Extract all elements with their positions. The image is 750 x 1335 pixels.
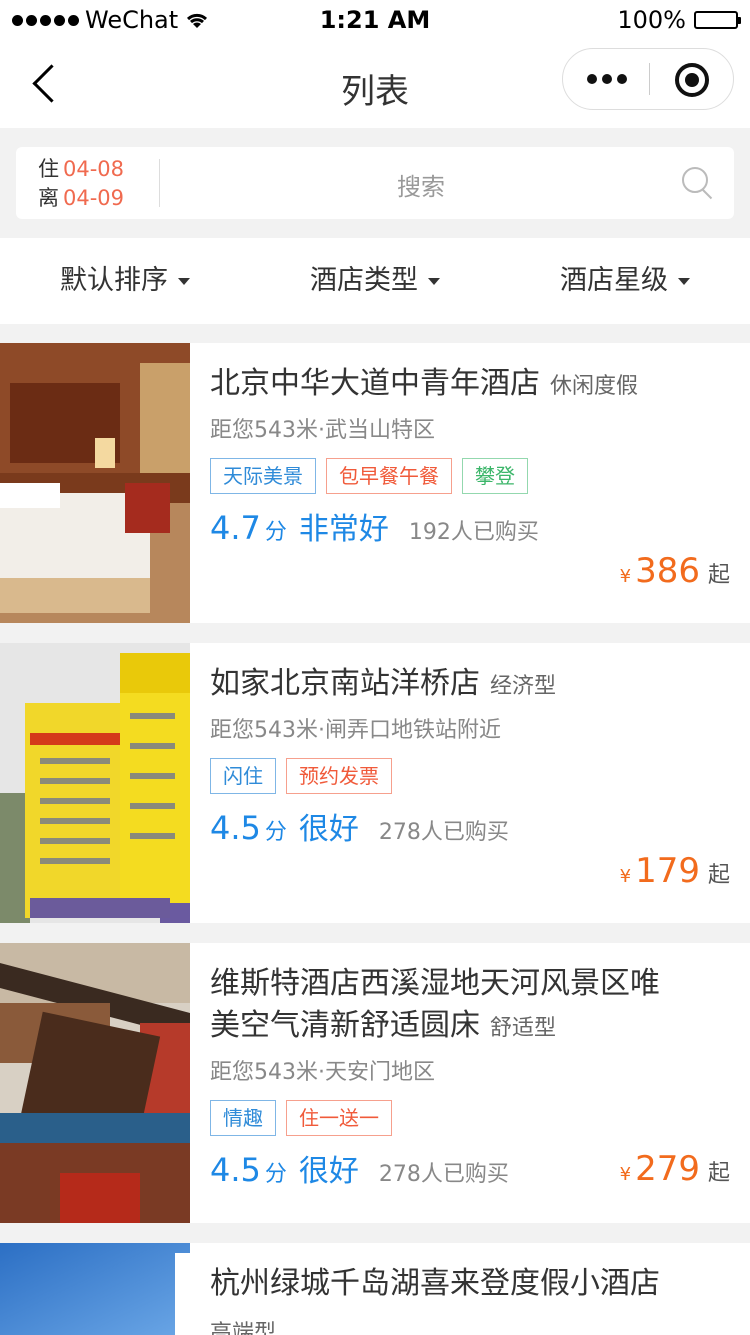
hotel-price: ¥ 279 起 <box>620 1149 730 1189</box>
hotel-card[interactable]: 维斯特酒店西溪湿地天河风景区唯 美空气清新舒适圆床 舒适型 距您543米·天安门地… <box>0 943 750 1223</box>
capsule-divider <box>649 63 650 95</box>
tag: 住一送一 <box>286 1100 392 1136</box>
filter-hotel-type[interactable]: 酒店类型 <box>250 238 500 324</box>
search-bar: 住 04-08 离 04-09 搜索 <box>16 147 734 219</box>
hotel-info: 杭州绿城千岛湖喜来登度假小酒店 高端型 <box>210 1263 730 1335</box>
hotel-photo <box>0 343 190 623</box>
price-suffix: 起 <box>707 563 730 588</box>
nav-bar: 列表 <box>0 40 750 128</box>
rating-unit: 分 <box>264 820 287 845</box>
hotel-rating: 4.7 分 非常好 192人已购买 <box>210 504 730 548</box>
rating-score: 4.5 <box>210 809 261 847</box>
hotel-distance: 距您543米·天安门地区 <box>210 1060 435 1085</box>
tag: 闪住 <box>210 758 276 794</box>
caret-down-icon <box>678 278 690 285</box>
rating-word: 很好 <box>298 1154 359 1189</box>
status-right: 100% <box>617 6 741 34</box>
rating-word: 很好 <box>298 812 359 847</box>
hotel-name: 如家北京南站洋桥店 <box>210 666 480 701</box>
hotel-name-line2: 美空气清新舒适圆床 <box>210 1008 480 1043</box>
hotel-distance: 距您543米·闸弄口地铁站附近 <box>210 718 501 743</box>
battery-icon <box>694 11 741 29</box>
hotel-type: 休闲度假 <box>550 374 639 399</box>
hotel-photo <box>0 643 190 923</box>
rating-score: 4.5 <box>210 1151 261 1189</box>
status-bar: WeChat 1:21 AM 100% <box>0 0 750 40</box>
tag: 天际美景 <box>210 458 316 494</box>
currency-symbol: ¥ <box>619 566 632 587</box>
hotel-type: 舒适型 <box>490 1016 557 1041</box>
caret-down-icon <box>178 278 190 285</box>
buyer-count: 278人已购买 <box>378 820 509 845</box>
hotel-type: 高端型 <box>210 1321 277 1335</box>
hotel-tags: 情趣 住一送一 <box>210 1100 730 1136</box>
tag: 攀登 <box>462 458 528 494</box>
hotel-name-line1: 维斯特酒店西溪湿地天河风景区唯 <box>210 966 660 1001</box>
hotel-rating: 4.5 分 很好 278人已购买 <box>210 804 730 848</box>
rating-unit: 分 <box>264 520 287 545</box>
hotel-price: ¥ 386 起 <box>620 551 730 591</box>
filter-star-level-label: 酒店星级 <box>560 265 668 296</box>
caret-down-icon <box>428 278 440 285</box>
price-value: 179 <box>635 851 700 891</box>
hotel-distance: 距您543米·武当山特区 <box>210 418 435 443</box>
hotel-photo <box>0 943 190 1223</box>
tag: 包早餐午餐 <box>326 458 452 494</box>
buyer-count: 192人已购买 <box>408 520 539 545</box>
hotel-type: 经济型 <box>490 674 557 699</box>
tag: 预约发票 <box>286 758 392 794</box>
price-value: 279 <box>635 1149 700 1189</box>
price-suffix: 起 <box>707 1161 730 1186</box>
battery-percent: 100% <box>617 6 686 34</box>
currency-symbol: ¥ <box>619 866 632 887</box>
hotel-name: 北京中华大道中青年酒店 <box>210 366 540 401</box>
hotel-info: 北京中华大道中青年酒店 休闲度假 距您543米·武当山特区 天际美景 包早餐午餐 … <box>210 363 730 548</box>
rating-unit: 分 <box>264 1162 287 1187</box>
hotel-card[interactable]: 杭州绿城千岛湖喜来登度假小酒店 高端型 <box>0 1243 750 1335</box>
hotel-card[interactable]: 如家北京南站洋桥店 经济型 距您543米·闸弄口地铁站附近 闪住 预约发票 4.5… <box>0 643 750 923</box>
hotel-name-row: 北京中华大道中青年酒店 休闲度假 <box>210 363 730 408</box>
hotel-tags: 天际美景 包早餐午餐 攀登 <box>210 458 730 494</box>
hotel-name-row: 美空气清新舒适圆床 舒适型 <box>210 1005 730 1050</box>
hotel-name-row: 如家北京南站洋桥店 经济型 <box>210 663 730 708</box>
close-target-icon[interactable] <box>675 63 709 97</box>
filter-sort-label: 默认排序 <box>60 265 168 296</box>
hotel-card[interactable]: 北京中华大道中青年酒店 休闲度假 距您543米·武当山特区 天际美景 包早餐午餐 … <box>0 343 750 623</box>
price-suffix: 起 <box>707 863 730 888</box>
currency-symbol: ¥ <box>619 1164 632 1185</box>
filter-hotel-type-label: 酒店类型 <box>310 265 418 296</box>
hotel-name: 杭州绿城千岛湖喜来登度假小酒店 <box>210 1266 660 1301</box>
price-value: 386 <box>635 551 700 591</box>
miniprogram-capsule <box>562 48 734 110</box>
filter-star-level[interactable]: 酒店星级 <box>500 238 750 324</box>
hotel-tags: 闪住 预约发票 <box>210 758 730 794</box>
rating-word: 非常好 <box>298 512 389 547</box>
hotel-photo <box>0 1243 190 1335</box>
filter-bar: 默认排序 酒店类型 酒店星级 <box>0 238 750 324</box>
search-icon[interactable] <box>682 167 714 199</box>
hotel-info: 如家北京南站洋桥店 经济型 距您543米·闸弄口地铁站附近 闪住 预约发票 4.5… <box>210 663 730 848</box>
rating-score: 4.7 <box>210 509 261 547</box>
filter-sort[interactable]: 默认排序 <box>0 238 250 324</box>
hotel-price: ¥ 179 起 <box>620 851 730 891</box>
more-options-icon[interactable] <box>587 74 627 84</box>
tag: 情趣 <box>210 1100 276 1136</box>
search-input[interactable]: 搜索 <box>16 167 750 202</box>
buyer-count: 278人已购买 <box>378 1162 509 1187</box>
